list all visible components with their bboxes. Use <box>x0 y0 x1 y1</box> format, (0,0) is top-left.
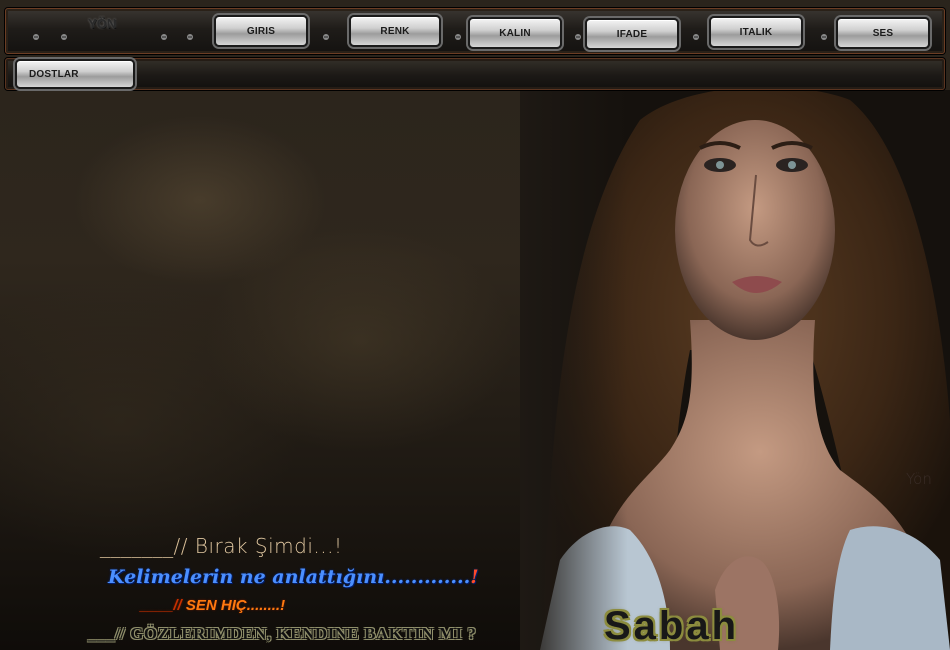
poem-line-1-text: Bırak Şimdi...! <box>187 534 343 558</box>
menu-button-kalin[interactable]: KALIN <box>468 17 562 49</box>
signature-text: Sabah <box>604 604 740 648</box>
portrait-image <box>520 90 950 650</box>
menu-button-italik[interactable]: ITALIK <box>709 16 803 48</box>
poem-line-3: ____// SEN HIÇ........! <box>140 597 285 614</box>
poem-line-1-dash: _______// <box>100 534 188 558</box>
brand-logo: YÖN <box>88 16 117 31</box>
poem-line-2-text: Kelimelerin ne anlattığını............. <box>108 566 471 588</box>
poem-line-2-bang: ! <box>470 566 479 588</box>
secondary-menu-bar <box>5 58 945 90</box>
poem-line-2: Kelimelerin ne anlattığını.............! <box>108 566 479 588</box>
poem-line-4: ___// GÖZLERIMDEN, KENDINE BAKTIN MI ? <box>88 624 477 643</box>
screw-icon <box>821 34 827 40</box>
screw-icon <box>693 34 699 40</box>
menu-button-renk[interactable]: RENK <box>349 15 441 47</box>
screw-icon <box>187 34 193 40</box>
poem-line-3-dash: ____// <box>140 597 182 614</box>
screw-icon <box>455 34 461 40</box>
menu-button-dostlar[interactable]: DOSTLAR <box>15 59 135 89</box>
menu-button-ses[interactable]: SES <box>836 17 930 49</box>
watermark-text: Yön <box>906 470 932 488</box>
screw-icon <box>575 34 581 40</box>
screw-icon <box>61 34 67 40</box>
menu-button-ifade[interactable]: IFADE <box>585 18 679 50</box>
screw-icon <box>161 34 167 40</box>
poem-line-3-text: SEN HIÇ........! <box>181 597 286 614</box>
poem-line-1: _______// Bırak Şimdi...! <box>100 534 343 558</box>
screw-icon <box>33 34 39 40</box>
menu-button-giris[interactable]: GIRIS <box>214 15 308 47</box>
screw-icon <box>323 34 329 40</box>
